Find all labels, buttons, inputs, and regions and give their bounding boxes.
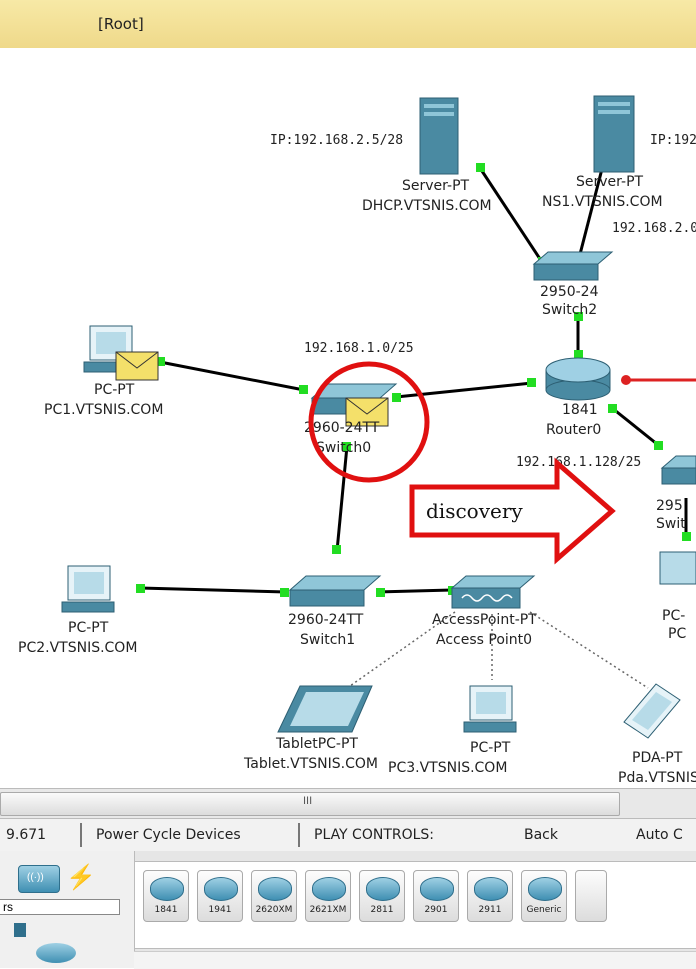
link-switch0-switch1 bbox=[335, 445, 349, 552]
switch-right-type-label: 295 bbox=[656, 498, 683, 514]
time-readout: 9.671 bbox=[6, 827, 47, 843]
pc-right-icon[interactable] bbox=[659, 551, 696, 585]
wireless-category-icon[interactable]: ((·)) bbox=[18, 865, 60, 893]
dhcp-name-label: DHCP.VTSNIS.COM bbox=[362, 198, 492, 214]
switch-right-name-label: Swit bbox=[656, 516, 686, 532]
router-2621xm-button[interactable]: 2621XM bbox=[305, 870, 351, 922]
tablet-name-label: Tablet.VTSNIS.COM bbox=[243, 756, 378, 772]
link-dhcp-switch2 bbox=[478, 167, 544, 263]
play-controls-label: PLAY CONTROLS: bbox=[314, 827, 435, 843]
router0-type-label: 1841 bbox=[562, 402, 598, 418]
pda-type-label: PDA-PT bbox=[632, 750, 683, 766]
scrollbar-grip: III bbox=[303, 795, 313, 807]
switch0-name-label: Switch0 bbox=[316, 440, 371, 456]
separator bbox=[80, 823, 82, 847]
pc3-icon[interactable] bbox=[463, 685, 517, 733]
pc3-type-label: PC-PT bbox=[470, 740, 511, 756]
discovery-label: discovery bbox=[426, 499, 523, 523]
back-button[interactable]: Back bbox=[524, 827, 558, 843]
router-2811-button[interactable]: 2811 bbox=[359, 870, 405, 922]
switch0-type-label: 2960-24TT bbox=[304, 420, 380, 436]
device-category-pane: ((·)) ⚡ rs bbox=[0, 851, 135, 968]
link-pc1-switch0 bbox=[159, 360, 305, 392]
switch-right-icon[interactable] bbox=[660, 455, 696, 485]
ns1-server-icon[interactable] bbox=[593, 95, 635, 173]
pda-name-label: Pda.VTSNIS bbox=[618, 770, 696, 786]
device-list-scrollbar[interactable] bbox=[134, 951, 696, 969]
switch0-subnet: 192.168.1.0/25 bbox=[304, 341, 414, 356]
realtime-status-bar: 9.671 Power Cycle Devices PLAY CONTROLS:… bbox=[0, 818, 696, 852]
dhcp-type-label: Server-PT bbox=[402, 178, 470, 194]
pc1-name-label: PC1.VTSNIS.COM bbox=[44, 402, 163, 418]
pc3-name-label: PC3.VTSNIS.COM bbox=[388, 760, 507, 776]
ns1-type-label: Server-PT bbox=[576, 174, 644, 190]
link-pc2-switch1 bbox=[139, 586, 287, 594]
workspace-topbar: [Root] bbox=[0, 0, 696, 49]
switch1-name-label: Switch1 bbox=[300, 632, 355, 648]
pda-icon[interactable] bbox=[623, 683, 681, 739]
pdu-envelope-icon[interactable] bbox=[115, 351, 159, 381]
router0-name-label: Router0 bbox=[546, 422, 601, 438]
power-cycle-button[interactable]: Power Cycle Devices bbox=[96, 827, 241, 843]
switch2-type-label: 2950-24 bbox=[540, 284, 599, 300]
router-1941-button[interactable]: 1941 bbox=[197, 870, 243, 922]
router-extra-button[interactable] bbox=[575, 870, 607, 922]
category-label-field[interactable]: rs bbox=[0, 899, 120, 915]
dhcp-server-icon[interactable] bbox=[419, 97, 459, 175]
switch1-icon[interactable] bbox=[288, 575, 382, 607]
connections-category-icon[interactable]: ⚡ bbox=[66, 863, 96, 892]
port-down-indicator bbox=[621, 375, 631, 385]
root-label[interactable]: [Root] bbox=[98, 15, 144, 33]
scrollbar-thumb[interactable]: III bbox=[0, 792, 620, 816]
router-2901-button[interactable]: 2901 bbox=[413, 870, 459, 922]
cloud-category-icon[interactable] bbox=[36, 943, 76, 963]
device-panel: ((·)) ⚡ rs 1841 1941 2620XM 2621XM 2811 … bbox=[0, 851, 696, 969]
switch2-name-label: Switch2 bbox=[542, 302, 597, 318]
switch1-type-label: 2960-24TT bbox=[288, 612, 364, 628]
router-right-subnet: 192.168.2.0 bbox=[612, 221, 696, 236]
router-2911-button[interactable]: 2911 bbox=[467, 870, 513, 922]
access-point-icon[interactable] bbox=[450, 575, 536, 609]
router-2620xm-button[interactable]: 2620XM bbox=[251, 870, 297, 922]
router-model-list: 1841 1941 2620XM 2621XM 2811 2901 2911 G… bbox=[134, 861, 696, 949]
router-generic-button[interactable]: Generic bbox=[521, 870, 567, 922]
workspace-horizontal-scrollbar[interactable]: III bbox=[0, 788, 696, 819]
separator bbox=[298, 823, 300, 847]
ns1-name-label: NS1.VTSNIS.COM bbox=[542, 194, 663, 210]
router-below-subnet: 192.168.1.128/25 bbox=[516, 455, 641, 470]
switch2-icon[interactable] bbox=[532, 251, 614, 281]
pc-right-name-label: PC bbox=[668, 626, 686, 642]
pc2-icon[interactable] bbox=[61, 565, 115, 613]
tablet-type-label: TabletPC-PT bbox=[275, 736, 358, 752]
ap-name-label: Access Point0 bbox=[436, 632, 532, 648]
pc-right-type-label: PC- bbox=[662, 608, 685, 624]
router-1841-button[interactable]: 1841 bbox=[143, 870, 189, 922]
auto-capture-button[interactable]: Auto C bbox=[636, 827, 683, 843]
ns1-ip-label: IP:192 bbox=[650, 133, 696, 148]
link-switch1-ap bbox=[377, 588, 453, 594]
dhcp-ip-label: IP:192.168.2.5/28 bbox=[270, 133, 403, 148]
ap-type-label: AccessPoint-PT bbox=[432, 612, 537, 628]
logical-workspace[interactable]: IP:192.168.2.5/28 IP:192 Server-PT DHCP.… bbox=[0, 48, 696, 788]
router0-icon[interactable] bbox=[545, 357, 611, 401]
pc1-type-label: PC-PT bbox=[94, 382, 135, 398]
tablet-icon[interactable] bbox=[277, 685, 373, 733]
pc2-type-label: PC-PT bbox=[68, 620, 109, 636]
pc2-name-label: PC2.VTSNIS.COM bbox=[18, 640, 137, 656]
device-small-icon[interactable] bbox=[14, 923, 26, 937]
topology-diagram[interactable]: IP:192.168.2.5/28 IP:192 Server-PT DHCP.… bbox=[0, 48, 696, 788]
